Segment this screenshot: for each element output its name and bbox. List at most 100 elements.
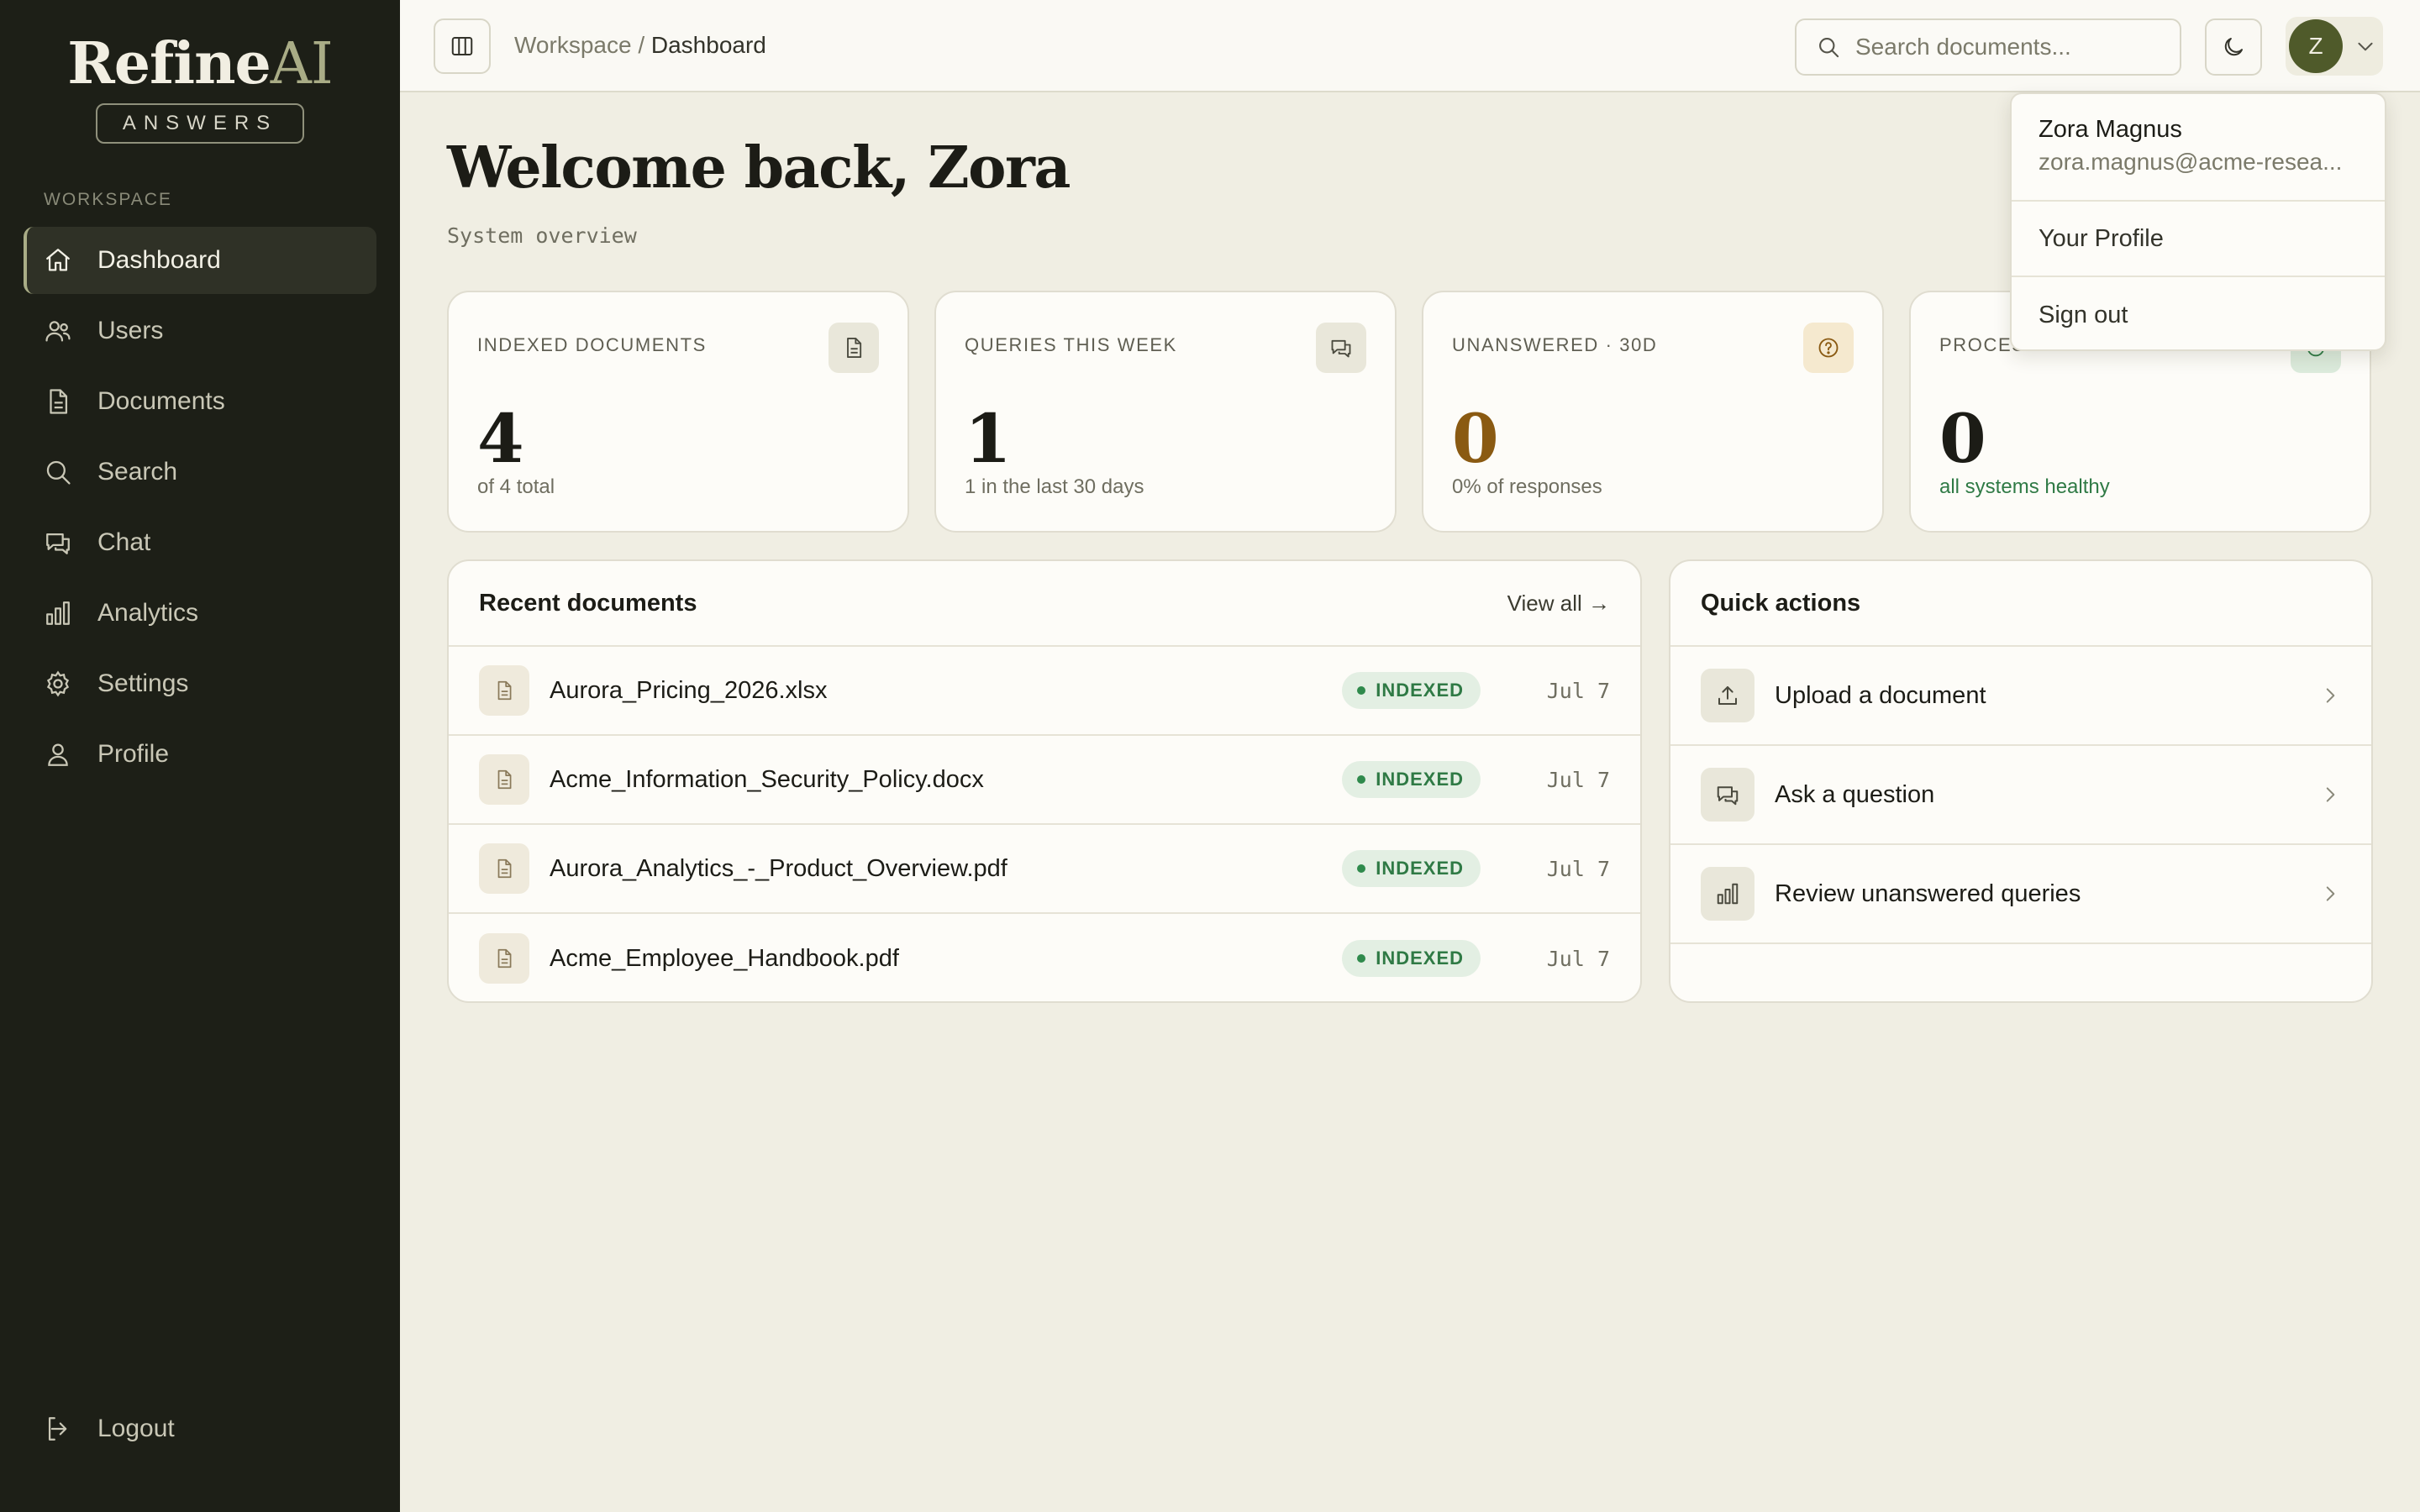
status-text: INDEXED bbox=[1376, 948, 1464, 969]
breadcrumb-current: Dashboard bbox=[650, 32, 766, 58]
action-label: Review unanswered queries bbox=[1775, 879, 2081, 907]
file-icon bbox=[497, 680, 512, 701]
sidebar-item-search[interactable]: Search bbox=[24, 438, 376, 506]
quick-action-review[interactable]: Review unanswered queries bbox=[1670, 845, 2371, 944]
status-badge: INDEXED bbox=[1342, 761, 1481, 798]
file-icon bbox=[497, 769, 512, 790]
panel-header: Quick actions bbox=[1670, 561, 2371, 647]
stat-subtext: all systems healthy bbox=[1939, 475, 2110, 498]
menu-item-sign-out[interactable]: Sign out bbox=[2012, 277, 2385, 353]
sidebar-item-settings[interactable]: Settings bbox=[24, 650, 376, 717]
top-bar: Workspace / Dashboard Z bbox=[400, 0, 2420, 92]
file-icon bbox=[497, 948, 512, 969]
brand-name: RefineAI bbox=[67, 30, 334, 97]
document-icon bbox=[847, 337, 862, 359]
action-label: Upload a document bbox=[1775, 681, 1986, 709]
moon-icon bbox=[2224, 38, 2243, 56]
action-label: Ask a question bbox=[1775, 780, 1935, 808]
stat-value: 0 bbox=[1452, 399, 1499, 478]
quick-actions-panel: Quick actions Upload a document Ask a qu… bbox=[1669, 559, 2373, 1003]
section-label: WORKSPACE bbox=[44, 190, 172, 209]
user-icon bbox=[48, 743, 68, 766]
table-row[interactable]: Aurora_Analytics_-_Product_Overview.pdf … bbox=[449, 825, 1640, 914]
document-name: Acme_Information_Security_Policy.docx bbox=[550, 765, 984, 793]
upload-icon bbox=[1718, 686, 1737, 705]
chevron-right-icon bbox=[2326, 688, 2335, 703]
table-row[interactable]: Aurora_Pricing_2026.xlsx INDEXED Jul 7 bbox=[449, 647, 1640, 736]
sidebar-item-users[interactable]: Users bbox=[24, 297, 376, 365]
sidebar-toggle-button[interactable] bbox=[434, 18, 491, 74]
stat-value: 0 bbox=[1939, 399, 1986, 478]
stat-value: 4 bbox=[477, 399, 524, 478]
chevron-down-icon bbox=[2358, 42, 2373, 51]
chat-icon bbox=[1717, 786, 1739, 806]
status-badge: INDEXED bbox=[1342, 940, 1481, 977]
chat-icon bbox=[46, 533, 70, 554]
quick-action-upload[interactable]: Upload a document bbox=[1670, 647, 2371, 746]
document-date: Jul 7 bbox=[1546, 678, 1610, 703]
panel-header: Recent documents View all → bbox=[449, 561, 1640, 647]
stat-label: UNANSWERED · 30D bbox=[1452, 334, 1658, 355]
document-date: Jul 7 bbox=[1546, 856, 1610, 881]
action-icon-box bbox=[1701, 768, 1754, 822]
file-icon bbox=[497, 858, 512, 879]
sidebar-item-label: Documents bbox=[97, 387, 225, 415]
stat-subtext: 1 in the last 30 days bbox=[965, 475, 1144, 498]
sidebar-item-dashboard[interactable]: Dashboard bbox=[24, 227, 376, 294]
bar-chart-icon bbox=[46, 601, 70, 625]
sidebar-item-analytics[interactable]: Analytics bbox=[24, 580, 376, 647]
status-dot bbox=[1357, 954, 1366, 963]
status-dot bbox=[1357, 864, 1366, 873]
stat-icon-box bbox=[1316, 323, 1366, 373]
sidebar-item-label: Dashboard bbox=[97, 246, 221, 274]
breadcrumb-root[interactable]: Workspace bbox=[514, 32, 632, 58]
users-icon bbox=[45, 321, 71, 342]
action-icon-box bbox=[1701, 669, 1754, 722]
sidebar-item-chat[interactable]: Chat bbox=[24, 509, 376, 576]
quick-action-ask[interactable]: Ask a question bbox=[1670, 746, 2371, 845]
sidebar-item-label: Users bbox=[97, 317, 164, 344]
recent-documents-panel: Recent documents View all → Aurora_Prici… bbox=[447, 559, 1642, 1003]
sidebar-item-label: Chat bbox=[97, 528, 151, 556]
panel-title: Quick actions bbox=[1701, 589, 1861, 617]
document-icon bbox=[50, 389, 68, 414]
document-date: Jul 7 bbox=[1546, 946, 1610, 971]
theme-toggle-button[interactable] bbox=[2205, 18, 2262, 76]
stat-card-queries-this-week: QUERIES THIS WEEK 1 1 in the last 30 day… bbox=[934, 291, 1397, 533]
stat-label: QUERIES THIS WEEK bbox=[965, 334, 1177, 355]
page-subtitle: System overview bbox=[447, 223, 637, 248]
search-box[interactable] bbox=[1795, 18, 2181, 76]
search-input[interactable] bbox=[1855, 34, 2175, 60]
sidebar-item-label: Settings bbox=[97, 669, 189, 697]
sidebar-item-label: Analytics bbox=[97, 599, 199, 627]
sidebar-item-profile[interactable]: Profile bbox=[24, 721, 376, 788]
panel-toggle-icon bbox=[451, 37, 473, 55]
chat-icon bbox=[1331, 339, 1351, 358]
user-name: Zora Magnus bbox=[2039, 116, 2182, 143]
search-icon bbox=[1819, 38, 1839, 58]
question-icon bbox=[1818, 338, 1839, 358]
stat-label: INDEXED DOCUMENTS bbox=[477, 334, 707, 355]
breadcrumb: Workspace / Dashboard bbox=[514, 32, 766, 59]
bar-chart-icon bbox=[1717, 883, 1739, 905]
table-row[interactable]: Acme_Information_Security_Policy.docx IN… bbox=[449, 736, 1640, 825]
brand-tagline: ANSWERS bbox=[95, 103, 305, 144]
user-menu-button[interactable]: Z bbox=[2286, 17, 2383, 76]
status-dot bbox=[1357, 686, 1366, 695]
gear-icon bbox=[46, 670, 70, 697]
sidebar-item-documents[interactable]: Documents bbox=[24, 368, 376, 435]
view-all-link[interactable]: View all → bbox=[1507, 591, 1610, 617]
user-email: zora.magnus@acme-resea... bbox=[2039, 149, 2343, 175]
file-icon-box bbox=[479, 843, 529, 894]
stat-icon-box bbox=[829, 323, 879, 373]
menu-item-your-profile[interactable]: Your Profile bbox=[2012, 202, 2385, 277]
document-date: Jul 7 bbox=[1546, 767, 1610, 792]
status-text: INDEXED bbox=[1376, 858, 1464, 879]
chevron-right-icon bbox=[2326, 886, 2335, 901]
stat-subtext: 0% of responses bbox=[1452, 475, 1602, 498]
logout-button[interactable]: Logout bbox=[44, 1415, 175, 1443]
user-info: Zora Magnus zora.magnus@acme-resea... bbox=[2012, 94, 2385, 202]
table-row[interactable]: Acme_Employee_Handbook.pdf INDEXED Jul 7 bbox=[449, 914, 1640, 1001]
brand-logo[interactable]: RefineAI ANSWERS bbox=[0, 32, 400, 144]
stat-subtext: of 4 total bbox=[477, 475, 555, 498]
